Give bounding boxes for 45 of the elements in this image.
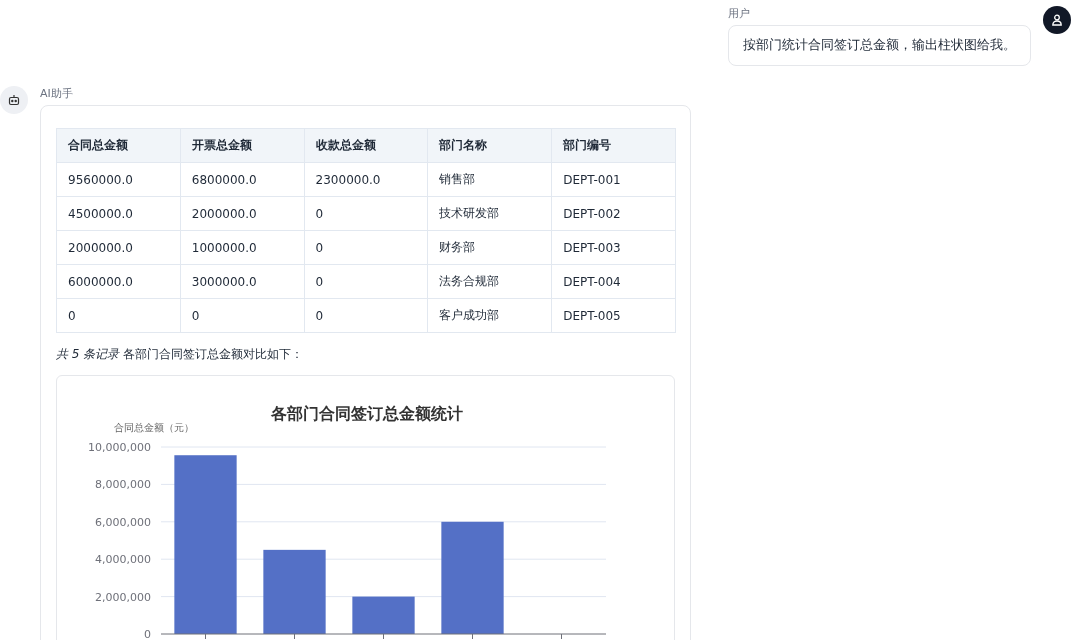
sender-name: 用户 [728, 6, 751, 21]
user-message: 按部门统计合同签订总金额，输出柱状图给我。 [728, 25, 1031, 66]
y-tick-label: 4,000,000 [95, 553, 151, 567]
column-header: 收款总金额 [304, 128, 428, 163]
bar [352, 596, 415, 634]
table-cell: 4500000.0 [56, 196, 181, 231]
table-cell: DEPT-001 [551, 162, 676, 197]
y-tick-label: 6,000,000 [95, 515, 151, 529]
table-cell: 销售部 [427, 162, 552, 197]
y-tick-label: 2,000,000 [95, 590, 151, 604]
table-cell: 6000000.0 [56, 264, 181, 299]
table-cell: 技术研发部 [427, 196, 552, 231]
column-header: 合同总金额 [56, 128, 181, 163]
table-cell: 客户成功部 [427, 298, 552, 333]
table-cell: 0 [304, 264, 428, 299]
y-tick-label: 0 [144, 628, 151, 640]
column-header: 部门名称 [427, 128, 552, 163]
column-header: 开票总金额 [180, 128, 305, 163]
column-header: 部门编号 [551, 128, 676, 163]
table-cell: 0 [304, 298, 428, 333]
table-cell: 2300000.0 [304, 162, 428, 197]
table-cell: 6800000.0 [180, 162, 305, 197]
table-cell: 9560000.0 [56, 162, 181, 197]
robot-icon [8, 94, 20, 106]
summary-text: 共 5 条记录 各部门合同签订总金额对比如下： [56, 346, 305, 363]
table-cell: 2000000.0 [180, 196, 305, 231]
table-cell: DEPT-002 [551, 196, 676, 231]
table-cell: 3000000.0 [180, 264, 305, 299]
table-cell: 0 [180, 298, 305, 333]
table-cell: 0 [304, 230, 428, 265]
chart-title: 各部门合同签订总金额统计 [271, 404, 463, 423]
table-cell: 1000000.0 [180, 230, 305, 265]
table-cell: DEPT-004 [551, 264, 676, 299]
sender-name: AI助手 [40, 86, 74, 101]
table-cell: DEPT-003 [551, 230, 676, 265]
table-cell: 0 [304, 196, 428, 231]
table-cell: 财务部 [427, 230, 552, 265]
table-cell: 法务合规部 [427, 264, 552, 299]
table-cell: 0 [56, 298, 181, 333]
y-tick-label: 10,000,000 [88, 441, 151, 454]
user-icon [1051, 14, 1063, 26]
y-axis-label: 合同总金额（元） [114, 422, 194, 433]
table-cell: DEPT-005 [551, 298, 676, 333]
table-cell: 2000000.0 [56, 230, 181, 265]
y-tick-label: 8,000,000 [95, 478, 151, 492]
